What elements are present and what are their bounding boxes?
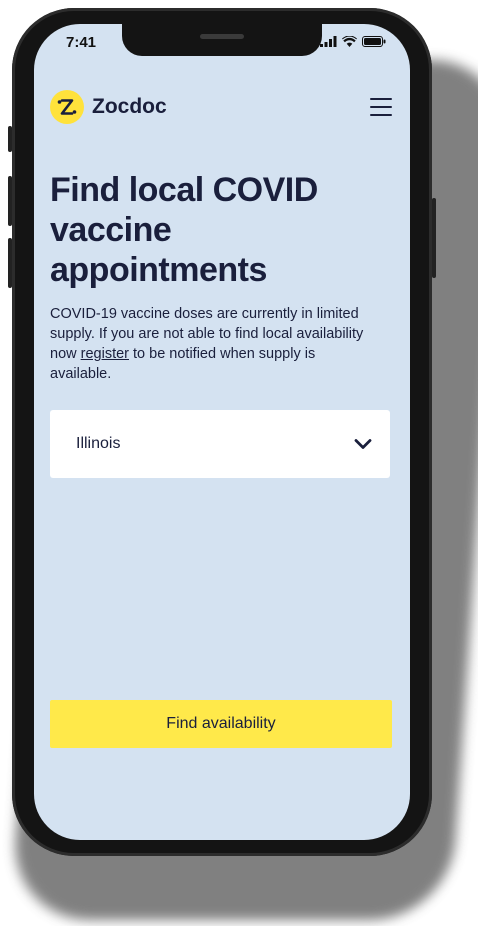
state-select[interactable]: Illinois — [50, 410, 390, 478]
silent-switch — [8, 126, 12, 152]
volume-down-button — [8, 238, 12, 288]
status-time: 7:41 — [66, 34, 97, 51]
notch — [122, 24, 322, 56]
stage: 7:41 Zocdoc Find local COVID vaccine app… — [0, 0, 478, 926]
wifi-icon — [342, 36, 357, 47]
speaker-grille — [200, 34, 244, 39]
battery-icon — [362, 36, 386, 47]
zocdoc-logo-icon — [50, 90, 84, 124]
find-availability-button[interactable]: Find availability — [50, 700, 392, 748]
chevron-down-icon — [354, 439, 372, 449]
status-icons — [320, 36, 386, 47]
phone-frame: 7:41 Zocdoc Find local COVID vaccine app… — [8, 8, 436, 856]
menu-line — [370, 106, 392, 108]
supply-notice: COVID-19 vaccine doses are currently in … — [50, 304, 370, 384]
brand-logo[interactable]: Zocdoc — [50, 90, 167, 124]
phone-screen: 7:41 Zocdoc Find local COVID vaccine app… — [34, 24, 410, 840]
signal-icon — [320, 36, 337, 47]
menu-line — [370, 98, 392, 100]
power-button — [432, 198, 436, 278]
hamburger-menu-icon[interactable] — [370, 98, 392, 116]
brand-name: Zocdoc — [92, 95, 167, 118]
register-link[interactable]: register — [81, 346, 129, 362]
volume-up-button — [8, 176, 12, 226]
selected-state: Illinois — [76, 435, 121, 452]
page-headline: Find local COVID vaccine appointments — [50, 171, 318, 289]
menu-line — [370, 114, 392, 116]
